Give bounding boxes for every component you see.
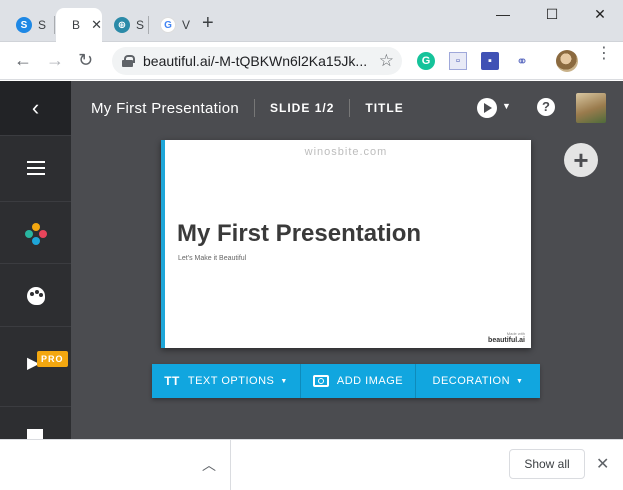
- close-downloads-icon[interactable]: ✕: [596, 454, 609, 474]
- presentation-title[interactable]: My First Presentation: [91, 100, 239, 117]
- tab-beautiful-ai[interactable]: B ✕: [56, 8, 102, 42]
- browser-menu-icon[interactable]: ⋮: [596, 46, 612, 62]
- tab-third[interactable]: ⊕ S: [104, 8, 150, 42]
- save-icon[interactable]: ▪: [481, 52, 499, 70]
- reload-icon[interactable]: ↻: [78, 50, 93, 70]
- bookmark-star-icon[interactable]: ☆: [379, 51, 394, 71]
- show-all-button[interactable]: Show all: [509, 449, 585, 479]
- slide-accent-bar: [161, 140, 165, 348]
- text-format-icon: TT: [164, 374, 180, 388]
- beautiful-ai-logo: Made with beautiful.ai: [488, 331, 525, 344]
- tab-close-icon[interactable]: ✕: [91, 17, 102, 33]
- hamburger-icon: [26, 160, 45, 175]
- slide-indicator: SLIDE 1/2: [270, 101, 335, 115]
- tab-title: S: [38, 18, 46, 32]
- tab-title: V: [182, 18, 190, 32]
- divider: [349, 99, 351, 117]
- theme-button[interactable]: [0, 263, 71, 327]
- slide-canvas[interactable]: winosbite.com My First Presentation Let'…: [161, 140, 531, 348]
- tab-google[interactable]: G V: [150, 8, 196, 42]
- tab-skype[interactable]: S S: [6, 8, 52, 42]
- profile-avatar[interactable]: [556, 50, 578, 72]
- tab-title: B: [72, 18, 81, 32]
- address-bar[interactable]: beautiful.ai/-M-tQBKWn6l2Ka15Jk... ☆: [112, 47, 402, 75]
- slide-options-bar: TT TEXT OPTIONS ▼ ADD IMAGE DECORATION ▼: [152, 364, 540, 398]
- grammarly-icon[interactable]: G: [417, 52, 435, 70]
- user-avatar[interactable]: [576, 93, 606, 123]
- download-item[interactable]: [0, 440, 231, 490]
- decoration-label: DECORATION: [432, 375, 511, 387]
- back-arrow-icon[interactable]: ←: [14, 50, 32, 70]
- logo-caption: Made with: [506, 331, 525, 336]
- downloads-bar: ︿ Show all ✕: [0, 439, 623, 490]
- google-favicon-icon: G: [160, 17, 176, 33]
- layout-label[interactable]: TITLE: [365, 101, 403, 115]
- watermark: winosbite.com: [304, 146, 388, 158]
- browser-tabbar: S S B ✕ ⊕ S G V + — ☐ ✕: [0, 0, 623, 42]
- link-icon[interactable]: ⚭: [513, 52, 531, 70]
- pro-badge: PRO: [37, 351, 68, 367]
- editor-topbar: My First Presentation SLIDE 1/2 TITLE ▼ …: [71, 81, 623, 135]
- menu-button[interactable]: [0, 135, 71, 199]
- list-icon: [27, 429, 43, 439]
- tab-title: S: [136, 18, 144, 32]
- maximize-button[interactable]: ☐: [529, 6, 575, 23]
- chevron-down-icon: ▼: [516, 377, 524, 385]
- chevron-up-icon[interactable]: ︿: [202, 455, 216, 475]
- text-options-label: TEXT OPTIONS: [187, 375, 275, 387]
- browser-toolbar: ← → ↻ beautiful.ai/-M-tQBKWn6l2Ka15Jk...…: [0, 42, 623, 80]
- camera-icon: [312, 375, 329, 387]
- text-options-button[interactable]: TT TEXT OPTIONS ▼: [152, 364, 301, 398]
- back-chevron-icon[interactable]: ‹: [0, 81, 71, 135]
- colored-dots-icon: [24, 222, 47, 245]
- divider: [254, 99, 256, 117]
- help-icon[interactable]: ?: [537, 98, 555, 116]
- decoration-button[interactable]: DECORATION ▼: [416, 364, 540, 398]
- forward-arrow-icon[interactable]: →: [46, 50, 64, 70]
- palette-icon: [26, 286, 45, 305]
- add-elements-button[interactable]: [0, 201, 71, 265]
- play-icon[interactable]: [477, 98, 497, 118]
- play-dropdown-caret-icon[interactable]: ▼: [502, 101, 511, 111]
- add-image-button[interactable]: ADD IMAGE: [301, 364, 416, 398]
- window-close-button[interactable]: ✕: [577, 6, 623, 23]
- editor-sidebar: ‹ ▶ PRO: [0, 81, 71, 439]
- lock-icon: [122, 55, 135, 67]
- screenshot-icon[interactable]: ▫: [449, 52, 467, 70]
- tab-divider: [54, 16, 55, 34]
- add-slide-button[interactable]: +: [564, 143, 598, 177]
- new-tab-button[interactable]: +: [202, 13, 214, 33]
- url-text[interactable]: beautiful.ai/-M-tQBKWn6l2Ka15Jk...: [143, 53, 369, 69]
- globe-favicon-icon: ⊕: [114, 17, 130, 33]
- skype-favicon-icon: S: [16, 17, 32, 33]
- beautiful-ai-editor: ‹ ▶ PRO My First Presentation SLIDE 1/2: [0, 81, 623, 439]
- chevron-down-icon: ▼: [280, 377, 288, 385]
- add-image-label: ADD IMAGE: [336, 375, 404, 387]
- minimize-button[interactable]: —: [480, 6, 526, 22]
- logo-text: beautiful.ai: [488, 337, 525, 344]
- slide-heading[interactable]: My First Presentation: [177, 220, 421, 248]
- tab-divider: [148, 16, 149, 34]
- slide-subheading[interactable]: Let's Make it Beautiful: [178, 255, 246, 262]
